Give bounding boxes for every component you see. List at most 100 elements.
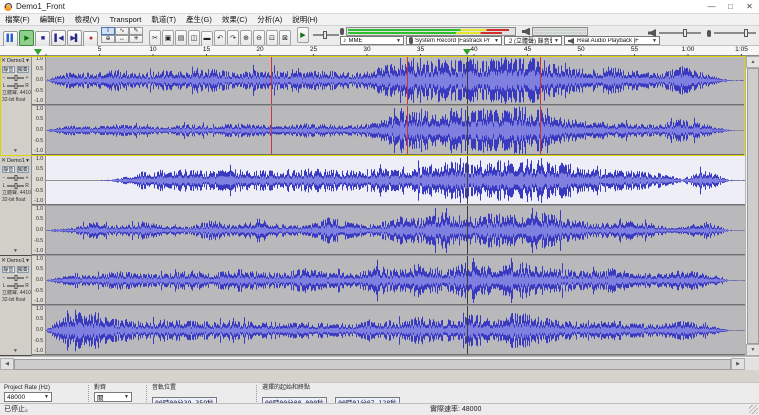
- zoom-fit-button[interactable]: ⊠: [279, 30, 291, 46]
- waveform-area[interactable]: [46, 306, 745, 355]
- selection-tool-button[interactable]: I: [101, 27, 115, 35]
- vertical-scale-ruler[interactable]: 1.00.50.0-0.5-1.0: [32, 156, 46, 205]
- track-menu-icon[interactable]: ▼: [25, 258, 30, 264]
- collapse-track-icon[interactable]: ▼: [0, 348, 31, 355]
- collapse-track-icon[interactable]: ▼: [0, 148, 31, 155]
- pan-thumb[interactable]: [14, 83, 17, 89]
- pan-thumb[interactable]: [14, 183, 17, 189]
- play-at-speed-button[interactable]: ▶: [297, 27, 309, 43]
- audio-host-select[interactable]: ♪ MME ▼: [340, 36, 404, 45]
- gain-thumb[interactable]: [14, 75, 17, 81]
- zoom-tool-button[interactable]: ⊕: [101, 35, 115, 43]
- scroll-left-button[interactable]: ◀: [0, 358, 14, 370]
- cut-button[interactable]: ✂: [149, 30, 161, 46]
- gain-slider[interactable]: −+: [0, 274, 31, 282]
- timeline-ruler[interactable]: 5101520253035404550551:001:05: [0, 46, 759, 56]
- skip-start-button[interactable]: ▌◀: [51, 30, 66, 46]
- play-speed-thumb[interactable]: [323, 31, 327, 39]
- project-rate-select[interactable]: 48000 ▼: [4, 392, 52, 402]
- close-button[interactable]: ✕: [740, 0, 759, 14]
- paste-button[interactable]: ▤: [175, 30, 187, 46]
- solo-button[interactable]: 獨奏: [17, 266, 30, 273]
- track-name[interactable]: Demo1_Front: [7, 58, 25, 64]
- gain-slider[interactable]: −+: [0, 174, 31, 182]
- envelope-tool-button[interactable]: ∿: [115, 27, 129, 35]
- draw-tool-button[interactable]: ✎: [129, 27, 143, 35]
- collapse-track-icon[interactable]: ▼: [0, 248, 31, 255]
- close-track-icon[interactable]: ✕: [1, 257, 6, 264]
- maximize-button[interactable]: □: [721, 0, 740, 14]
- track-name[interactable]: Demo1_Front: [7, 258, 25, 264]
- solo-button[interactable]: 獨奏: [17, 66, 30, 73]
- trim-button[interactable]: ◫: [188, 30, 200, 46]
- playback-volume-thumb[interactable]: [683, 29, 687, 37]
- recording-channels-select[interactable]: 2 (立體聲) 錄音聲道 ▼: [504, 36, 562, 45]
- scroll-right-button[interactable]: ▶: [731, 358, 745, 370]
- menu-item-1[interactable]: 編輯(E): [35, 14, 70, 25]
- multi-tool-button[interactable]: ✳: [129, 35, 143, 43]
- gain-thumb[interactable]: [14, 275, 17, 281]
- pan-slider[interactable]: LR: [0, 182, 31, 190]
- playback-volume-slider[interactable]: [659, 32, 701, 34]
- waveform-area[interactable]: [46, 156, 745, 205]
- pan-slider[interactable]: LR: [0, 82, 31, 90]
- scroll-down-button[interactable]: ▼: [746, 344, 759, 356]
- mute-button[interactable]: 靜音: [2, 66, 15, 73]
- zoom-out-button[interactable]: ⊖: [253, 30, 265, 46]
- menu-item-2[interactable]: 檢視(V): [70, 14, 105, 25]
- menu-item-5[interactable]: 產生(G): [181, 14, 217, 25]
- pan-slider[interactable]: LR: [0, 282, 31, 290]
- playhead-marker-icon[interactable]: [463, 49, 471, 55]
- gain-slider[interactable]: −+: [0, 74, 31, 82]
- timeshift-tool-button[interactable]: ↔: [115, 35, 129, 43]
- waveform-area[interactable]: [46, 56, 745, 105]
- resize-grip[interactable]: [749, 405, 758, 414]
- snap-select[interactable]: 關 ▼: [94, 392, 132, 402]
- pan-thumb[interactable]: [14, 283, 17, 289]
- waveform-area[interactable]: [46, 206, 745, 255]
- menu-item-7[interactable]: 分析(A): [252, 14, 287, 25]
- track-menu-icon[interactable]: ▼: [25, 158, 30, 164]
- close-track-icon[interactable]: ✕: [1, 57, 6, 64]
- menu-item-0[interactable]: 檔案(F): [0, 14, 35, 25]
- solo-button[interactable]: 獨奏: [17, 166, 30, 173]
- redo-button[interactable]: ↷: [227, 30, 239, 46]
- menu-item-4[interactable]: 軌道(T): [146, 14, 181, 25]
- undo-button[interactable]: ↶: [214, 30, 226, 46]
- horizontal-scrollbar[interactable]: ◀ ▶: [0, 356, 759, 370]
- recording-volume-thumb[interactable]: [744, 29, 748, 37]
- track-name[interactable]: Demo1_Front: [7, 158, 25, 164]
- play-button[interactable]: ▶: [19, 30, 34, 46]
- skip-end-button[interactable]: ▶▌: [67, 30, 82, 46]
- waveform-area[interactable]: [46, 106, 745, 155]
- vertical-scrollbar[interactable]: ▲ ▼: [745, 56, 759, 356]
- vertical-scale-ruler[interactable]: 1.00.50.0-0.5-1.0: [32, 256, 46, 305]
- mute-button[interactable]: 靜音: [2, 266, 15, 273]
- copy-button[interactable]: ▣: [162, 30, 174, 46]
- recording-meter[interactable]: [340, 27, 516, 36]
- play-speed-slider[interactable]: [313, 34, 339, 36]
- vertical-scale-ruler[interactable]: 1.00.50.0-0.5-1.0: [32, 56, 46, 105]
- playback-device-select[interactable]: Real Audio Playback |F ▼: [564, 36, 660, 45]
- timeline-pin-icon[interactable]: [34, 49, 42, 55]
- track-menu-icon[interactable]: ▼: [25, 58, 30, 64]
- vertical-scale-ruler[interactable]: 1.00.50.0-0.5-1.0: [32, 206, 46, 255]
- scroll-up-button[interactable]: ▲: [746, 56, 759, 68]
- vertical-scroll-thumb[interactable]: [747, 68, 759, 344]
- close-track-icon[interactable]: ✕: [1, 157, 6, 164]
- record-button[interactable]: ●: [83, 31, 98, 47]
- vertical-scale-ruler[interactable]: 1.00.50.0-0.5-1.0: [32, 106, 46, 155]
- silence-button[interactable]: ▬: [201, 31, 213, 47]
- zoom-in-button[interactable]: ⊕: [240, 30, 252, 46]
- pause-button[interactable]: ▌▌: [3, 31, 18, 47]
- menu-item-3[interactable]: Transport: [105, 14, 147, 25]
- recording-volume-slider[interactable]: [714, 32, 756, 34]
- stop-button[interactable]: ■: [35, 31, 50, 47]
- menu-item-6[interactable]: 效果(C): [217, 14, 252, 25]
- recording-device-select[interactable]: System Record |Fastrack Pr ▼: [406, 36, 502, 45]
- horizontal-scroll-thumb[interactable]: [14, 359, 731, 370]
- minimize-button[interactable]: —: [702, 0, 721, 14]
- zoom-selection-button[interactable]: ⊡: [266, 30, 278, 46]
- waveform-area[interactable]: [46, 256, 745, 305]
- vertical-scale-ruler[interactable]: 1.00.50.0-0.5-1.0: [32, 306, 46, 355]
